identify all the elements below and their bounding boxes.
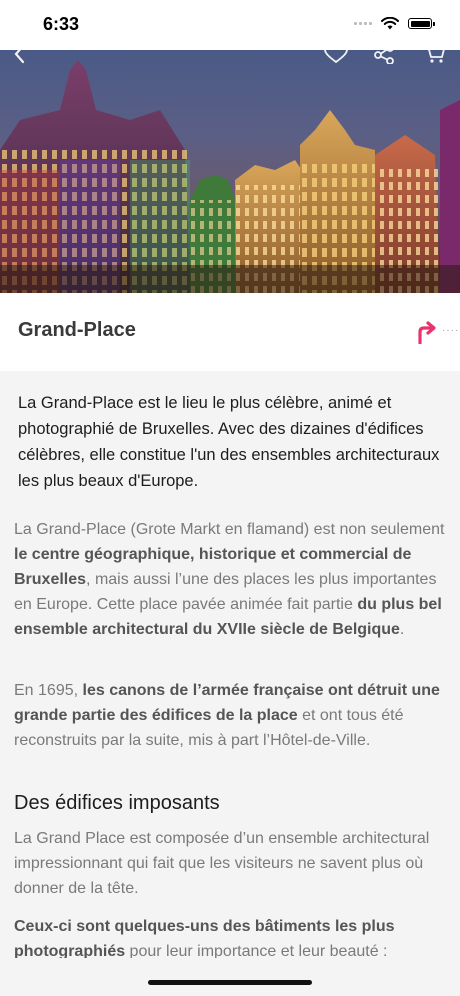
text-segment: La Grand-Place (Grote Markt en flamand) … [14,521,445,538]
heart-icon [324,50,348,64]
home-indicator[interactable] [148,980,312,985]
cart-icon [428,50,445,63]
more-dots: ····· [442,325,460,336]
directions-button[interactable] [416,320,438,349]
status-bar: 6:33 [0,0,460,50]
title-card: Grand-Place [0,293,460,371]
share-icon [374,50,394,64]
directions-icon [418,321,436,345]
status-time: 6:33 [43,14,80,34]
place-title: Grand-Place [18,319,136,341]
bottom-fade [0,958,460,996]
paragraph-4: Ceux-ci sont quelques-uns des bâtiments … [14,914,446,964]
section-title: Des édifices imposants [14,792,220,814]
intro-paragraph: La Grand-Place est le lieu le plus célèb… [18,394,440,490]
signal-icon [354,22,372,25]
back-icon [14,50,25,64]
text-segment: . [399,621,405,638]
paragraph-3: La Grand Place est composée d’un ensembl… [14,830,430,897]
text-segment: En 1695, [14,682,83,699]
paragraph-1: La Grand-Place (Grote Markt en flamand) … [14,517,446,642]
paragraph-2: En 1695, les canons de l’armée française… [14,678,446,753]
status-icons [354,17,435,30]
wifi-icon [381,17,399,30]
hero-image [0,50,460,293]
battery-icon [408,18,435,29]
grand-place-illustration [0,60,460,293]
